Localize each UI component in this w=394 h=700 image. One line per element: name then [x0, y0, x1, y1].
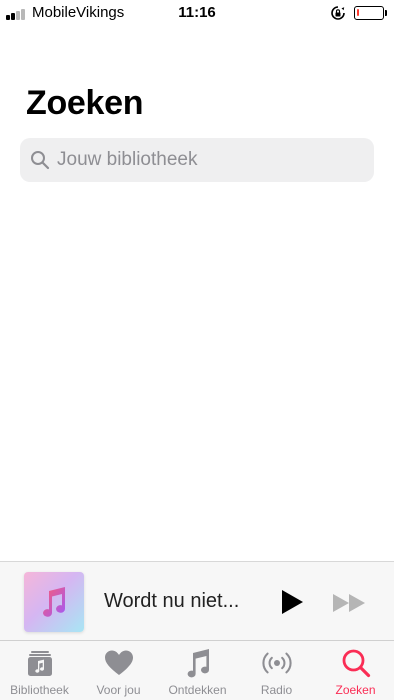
battery-level: [357, 9, 359, 16]
radio-icon: [261, 647, 293, 679]
status-bar: MobileVikings 11:16: [0, 0, 394, 26]
library-icon: [24, 647, 56, 679]
tab-label: Ontdekken: [168, 683, 227, 697]
rotation-lock-icon: [331, 6, 345, 20]
tab-voor-jou[interactable]: Voor jou: [79, 641, 158, 700]
album-artwork[interactable]: [24, 572, 84, 632]
mini-player[interactable]: Wordt nu niet...: [0, 561, 394, 640]
play-button[interactable]: [279, 589, 305, 615]
search-input[interactable]: Jouw bibliotheek: [20, 138, 374, 182]
tab-label: Zoeken: [335, 683, 376, 697]
fast-forward-button[interactable]: [332, 592, 368, 614]
fast-forward-icon: [333, 594, 365, 612]
search-icon: [340, 647, 372, 679]
tab-label: Radio: [260, 683, 293, 697]
tab-radio[interactable]: Radio: [237, 641, 316, 700]
tab-zoeken[interactable]: Zoeken: [316, 641, 394, 700]
music-note-icon: [182, 647, 214, 679]
page-title: Zoeken: [26, 84, 144, 122]
now-playing-title[interactable]: Wordt nu niet...: [104, 590, 239, 613]
tab-label: Bibliotheek: [10, 683, 69, 697]
search-icon: [31, 151, 50, 170]
tab-label: Voor jou: [96, 683, 141, 697]
screen: MobileVikings 11:16 Zoeken Jouw biblioth…: [0, 0, 394, 700]
music-note-icon: [43, 587, 65, 617]
search-placeholder: Jouw bibliotheek: [57, 149, 198, 170]
battery-cap: [385, 10, 387, 16]
tab-bibliotheek[interactable]: Bibliotheek: [0, 641, 79, 700]
play-icon: [282, 590, 303, 614]
tab-bar: Bibliotheek Voor jou Ontdekken Radio Zoe…: [0, 640, 394, 700]
tab-ontdekken[interactable]: Ontdekken: [158, 641, 237, 700]
heart-icon: [103, 647, 135, 679]
battery-icon: [354, 6, 384, 20]
